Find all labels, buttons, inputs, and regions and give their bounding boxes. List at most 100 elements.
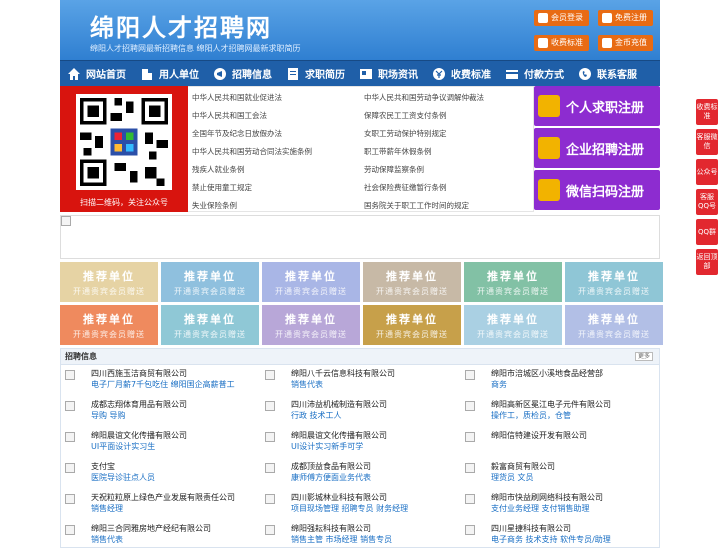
company-logo[interactable] <box>65 432 75 442</box>
company-logo[interactable] <box>265 401 275 411</box>
company-logo[interactable] <box>465 370 475 380</box>
more-button[interactable]: 更多 <box>635 352 653 361</box>
law-link[interactable]: 保障农民工工资支付条例 <box>360 107 532 125</box>
position-link[interactable]: 康师傅方便面业务代表 <box>291 472 461 484</box>
company-logo[interactable] <box>465 525 475 535</box>
recommend-slot[interactable]: 推荐单位 开通贵宾会员赠送 <box>161 262 259 302</box>
company-logo[interactable] <box>465 494 475 504</box>
position-link[interactable]: 销售代表 <box>291 379 461 391</box>
company-logo[interactable] <box>65 463 75 473</box>
float-button[interactable]: 客服QQ号 <box>696 189 718 215</box>
company-logo[interactable] <box>65 401 75 411</box>
company-link[interactable]: 绵阳市涪城区小溪地食品经营部 <box>491 368 659 379</box>
company-link[interactable]: 绵阳晨谊文化传播有限公司 <box>91 430 261 441</box>
pricing-button[interactable]: 收费标准 <box>534 35 589 51</box>
company-logo[interactable] <box>465 401 475 411</box>
nav-pricing[interactable]: 收费标准 <box>425 61 498 87</box>
company-logo[interactable] <box>265 525 275 535</box>
free-register-button[interactable]: 免费注册 <box>598 10 653 26</box>
company-link[interactable]: 四川西施玉洁商贸有限公司 <box>91 368 261 379</box>
float-button[interactable]: 公众号 <box>696 159 718 185</box>
company-link[interactable]: 绵阳高新区冕江电子元件有限公司 <box>491 399 659 410</box>
position-link[interactable]: UI设计实习新手可学 <box>291 441 461 453</box>
float-button[interactable]: 返回顶部 <box>696 249 718 275</box>
nav-resumes[interactable]: 求职简历 <box>279 61 352 87</box>
position-link[interactable]: 商务 <box>491 379 659 391</box>
law-link[interactable]: 失业保险条例 <box>188 197 360 215</box>
company-logo[interactable] <box>265 370 275 380</box>
company-link[interactable]: 四川星捷科技有限公司 <box>491 523 659 534</box>
company-link[interactable]: 毅富商贸有限公司 <box>491 461 659 472</box>
recommend-slot[interactable]: 推荐单位 开通贵宾会员赠送 <box>161 305 259 345</box>
company-link[interactable]: 绵阳信特建设开发有限公司 <box>491 430 659 441</box>
site-title[interactable]: 绵阳人才招聘网 <box>90 8 272 43</box>
company-link[interactable]: 天祝粒粒原上绿色产业发展有限责任公司 <box>91 492 261 503</box>
recommend-slot[interactable]: 推荐单位 开通贵宾会员赠送 <box>464 305 562 345</box>
law-link[interactable]: 中华人民共和国劳动合同法实施条例 <box>188 143 360 161</box>
law-link[interactable]: 中华人民共和国劳动争议调解仲裁法 <box>360 89 532 107</box>
position-link[interactable]: 行政 技术工人 <box>291 410 461 422</box>
recommend-slot[interactable]: 推荐单位 开通贵宾会员赠送 <box>262 262 360 302</box>
recommend-slot[interactable]: 推荐单位 开通贵宾会员赠送 <box>565 262 663 302</box>
law-link[interactable]: 全国年节及纪念日放假办法 <box>188 125 360 143</box>
position-link[interactable]: 医院导诊驻点人员 <box>91 472 261 484</box>
company-logo[interactable] <box>65 494 75 504</box>
member-login-button[interactable]: 会员登录 <box>534 10 589 26</box>
recommend-slot[interactable]: 推荐单位 开通贵宾会员赠送 <box>464 262 562 302</box>
position-link[interactable]: 导购 导购 <box>91 410 261 422</box>
law-link[interactable]: 社会保险费征缴暂行条例 <box>360 179 532 197</box>
coin-recharge-button[interactable]: 金币充值 <box>598 35 653 51</box>
position-link[interactable]: 销售主管 市场经理 销售专员 <box>291 534 461 546</box>
company-link[interactable]: 成都顶益食品有限公司 <box>291 461 461 472</box>
law-link[interactable]: 中华人民共和国就业促进法 <box>188 89 360 107</box>
nav-jobs[interactable]: 招聘信息 <box>206 61 279 87</box>
float-button[interactable]: 客服微信 <box>696 129 718 155</box>
company-logo[interactable] <box>65 525 75 535</box>
law-link[interactable]: 禁止使用童工规定 <box>188 179 360 197</box>
law-link[interactable]: 中华人民共和国工会法 <box>188 107 360 125</box>
company-logo[interactable] <box>265 432 275 442</box>
position-link[interactable]: 电子商务 技术支持 软件专员/助理 <box>491 534 659 546</box>
company-link[interactable]: 成都志翔体育用品有限公司 <box>91 399 261 410</box>
company-link[interactable]: 绵阳八千云信息科技有限公司 <box>291 368 461 379</box>
wechat-register-button[interactable]: 微信扫码注册 <box>534 170 660 210</box>
company-link[interactable]: 四川影城林业科技有限公司 <box>291 492 461 503</box>
position-link[interactable]: 支付业务经理 支付销售助理 <box>491 503 659 515</box>
law-link[interactable]: 女职工劳动保护特别规定 <box>360 125 532 143</box>
position-link[interactable]: 项目现场管理 招聘专员 财务经理 <box>291 503 461 515</box>
recommend-slot[interactable]: 推荐单位 开通贵宾会员赠送 <box>565 305 663 345</box>
float-button[interactable]: 收费标准 <box>696 99 718 125</box>
recommend-slot[interactable]: 推荐单位 开通贵宾会员赠送 <box>60 262 158 302</box>
company-link[interactable]: 四川沛益机械制造有限公司 <box>291 399 461 410</box>
nav-home[interactable]: 网站首页 <box>60 61 133 87</box>
company-link[interactable]: 绵阳市快益刷网络科技有限公司 <box>491 492 659 503</box>
personal-register-button[interactable]: 个人求职注册 <box>534 86 660 126</box>
nav-news[interactable]: 职场资讯 <box>352 61 425 87</box>
nav-payment[interactable]: 付款方式 <box>498 61 571 87</box>
position-link[interactable]: 理货员 文员 <box>491 472 659 484</box>
position-link[interactable]: 电子厂月薪7千包吃住 绵阳国企高薪普工 <box>91 379 261 391</box>
banner-ad[interactable] <box>60 215 660 259</box>
nav-employers[interactable]: 用人单位 <box>133 61 206 87</box>
company-logo[interactable] <box>465 463 475 473</box>
law-link[interactable]: 残疾人就业条例 <box>188 161 360 179</box>
position-link[interactable]: 销售代表 <box>91 534 261 546</box>
company-logo[interactable] <box>265 494 275 504</box>
nav-contact[interactable]: 联系客服 <box>571 61 644 87</box>
company-logo[interactable] <box>65 370 75 380</box>
recommend-slot[interactable]: 推荐单位 开通贵宾会员赠送 <box>363 262 461 302</box>
company-link[interactable]: 支付宝 <box>91 461 261 472</box>
company-logo[interactable] <box>265 463 275 473</box>
law-link[interactable]: 职工带薪年休假条例 <box>360 143 532 161</box>
law-link[interactable]: 国务院关于职工工作时间的规定 <box>360 197 532 215</box>
law-link[interactable]: 劳动保障监察条例 <box>360 161 532 179</box>
position-link[interactable]: UI平面设计实习生 <box>91 441 261 453</box>
company-register-button[interactable]: 企业招聘注册 <box>534 128 660 168</box>
recommend-slot[interactable]: 推荐单位 开通贵宾会员赠送 <box>363 305 461 345</box>
company-link[interactable]: 绵阳晨谊文化传播有限公司 <box>291 430 461 441</box>
recommend-slot[interactable]: 推荐单位 开通贵宾会员赠送 <box>60 305 158 345</box>
recommend-slot[interactable]: 推荐单位 开通贵宾会员赠送 <box>262 305 360 345</box>
position-link[interactable]: 销售经理 <box>91 503 261 515</box>
company-link[interactable]: 绵阳三合同雅房地产经纪有限公司 <box>91 523 261 534</box>
company-link[interactable]: 绵阳强耘科技有限公司 <box>291 523 461 534</box>
